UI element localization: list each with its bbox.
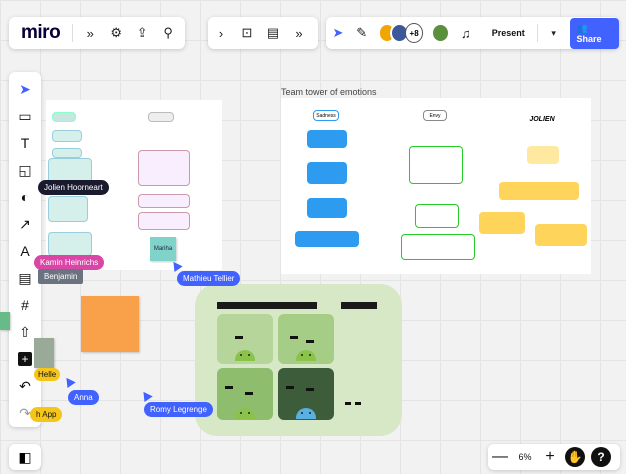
more-collaborators-badge[interactable]: +8 bbox=[404, 23, 424, 43]
mini-sticky-note[interactable]: Mariha bbox=[150, 237, 176, 261]
template-icon[interactable]: ▭ bbox=[12, 103, 38, 129]
bar bbox=[286, 386, 294, 389]
shapes-icon[interactable]: ◐ bbox=[12, 184, 38, 210]
android-tile[interactable] bbox=[217, 368, 273, 420]
box bbox=[148, 112, 174, 122]
focus-icon[interactable]: ⊡ bbox=[234, 20, 260, 46]
box bbox=[415, 204, 459, 228]
android-icon bbox=[235, 408, 255, 419]
users-icon: 👥 bbox=[576, 22, 588, 33]
cursor-label-jolien: Jolien Hoorneart bbox=[38, 180, 109, 195]
bar bbox=[306, 340, 314, 343]
yellow-box bbox=[499, 182, 579, 200]
box bbox=[138, 150, 190, 186]
blue-box bbox=[307, 162, 347, 184]
search-icon[interactable]: ⚲ bbox=[155, 20, 181, 46]
cursor-label-helle: Helle bbox=[34, 368, 61, 381]
sticky-note-icon[interactable]: ◱ bbox=[12, 157, 38, 183]
main-menu-bar: miro » ⚙ ⇪ ⚲ bbox=[9, 17, 185, 49]
magic-icon[interactable]: ✎ bbox=[350, 20, 374, 46]
heading-sadness: Sadness bbox=[313, 110, 339, 121]
blue-box bbox=[307, 198, 347, 218]
panel-icon: ◧ bbox=[18, 448, 32, 465]
comment-icon[interactable]: ▤ bbox=[12, 265, 38, 291]
android-board[interactable] bbox=[195, 284, 402, 436]
cursor-arrow-icon[interactable]: ➤ bbox=[326, 20, 350, 46]
cursor-label-mathieu: Mathieu Tellier bbox=[177, 271, 241, 286]
heading-jolien: JOLIEN bbox=[529, 116, 555, 123]
sticky-note[interactable] bbox=[34, 338, 54, 368]
android-icon bbox=[296, 350, 316, 361]
yellow-box bbox=[479, 212, 525, 234]
bar bbox=[306, 388, 314, 391]
chevron-down-icon[interactable]: » bbox=[77, 20, 103, 46]
android-icon bbox=[296, 408, 316, 419]
chevron-right-icon[interactable]: › bbox=[208, 20, 234, 46]
header-bar bbox=[217, 302, 317, 309]
divider bbox=[536, 24, 538, 42]
box bbox=[401, 234, 475, 260]
box bbox=[52, 112, 76, 122]
zoom-in-button[interactable]: + bbox=[538, 448, 562, 466]
divider bbox=[72, 24, 74, 42]
cursor-pointer-icon bbox=[62, 374, 76, 389]
avatar[interactable] bbox=[431, 23, 450, 43]
android-tile[interactable] bbox=[278, 314, 334, 364]
cursor-label-happ: h App bbox=[30, 407, 63, 422]
heading-envy: Envy bbox=[423, 110, 447, 121]
android-tile[interactable] bbox=[217, 314, 273, 364]
bell-icon[interactable]: ♫ bbox=[454, 20, 478, 46]
zoom-controls: — 6% + ✋ ? bbox=[488, 444, 620, 470]
gear-icon[interactable]: ⚙ bbox=[103, 20, 129, 46]
share-label: Share bbox=[576, 33, 602, 44]
cursor-label-romy: Romy Legrenge bbox=[144, 402, 213, 417]
bar bbox=[235, 336, 243, 339]
frame-icon[interactable]: # bbox=[12, 292, 38, 318]
bar bbox=[290, 336, 298, 339]
hand-icon[interactable]: ✋ bbox=[565, 447, 585, 467]
present-button[interactable]: Present bbox=[484, 24, 533, 42]
zoom-out-button[interactable]: — bbox=[488, 448, 512, 466]
box bbox=[48, 196, 88, 222]
connection-line-icon[interactable]: ↗ bbox=[12, 211, 38, 237]
box bbox=[138, 212, 190, 230]
sticky-note[interactable] bbox=[0, 312, 10, 330]
cursor-pointer-icon bbox=[139, 388, 153, 403]
box bbox=[409, 146, 463, 184]
cursor-label-kamin: Kamin Heinrichs bbox=[34, 255, 105, 270]
box bbox=[138, 194, 190, 208]
yellow-box bbox=[535, 224, 587, 246]
board-tools-bar: › ⊡ ▤ » bbox=[208, 17, 318, 49]
share-button[interactable]: 👥 Share bbox=[569, 17, 619, 49]
blue-box bbox=[295, 231, 359, 247]
header-bar bbox=[341, 302, 377, 309]
box bbox=[52, 148, 82, 158]
collaboration-bar: ➤ ✎ +8 ♫ Present ▾ 👥 Share bbox=[326, 17, 619, 49]
box bbox=[48, 232, 92, 256]
box bbox=[52, 130, 82, 142]
bar bbox=[345, 402, 351, 405]
select-cursor-icon[interactable]: ➤ bbox=[12, 76, 38, 102]
yellow-box bbox=[527, 146, 559, 164]
bar bbox=[225, 386, 233, 389]
help-button[interactable]: ? bbox=[591, 447, 611, 467]
cursor-label-anna: Anna bbox=[68, 390, 99, 405]
sidebar-toggle[interactable]: ◧ bbox=[9, 444, 41, 470]
android-tile[interactable] bbox=[278, 368, 334, 420]
chevron-down-icon[interactable]: ▾ bbox=[542, 20, 566, 46]
miro-logo[interactable]: miro bbox=[9, 22, 68, 44]
blue-box bbox=[307, 130, 347, 148]
android-icon bbox=[235, 350, 255, 361]
zoom-level[interactable]: 6% bbox=[512, 452, 538, 462]
emotions-frame[interactable]: Sadness Envy JOLIEN bbox=[281, 98, 591, 274]
frame-title: Team tower of emotions bbox=[281, 87, 377, 97]
text-icon[interactable]: T bbox=[12, 130, 38, 156]
orange-sticky-note[interactable] bbox=[81, 296, 139, 352]
chevron-down-icon[interactable]: » bbox=[286, 20, 312, 46]
bar bbox=[245, 392, 253, 395]
upload-icon[interactable]: ⇪ bbox=[129, 20, 155, 46]
cursor-label-benjamin: Benjamin bbox=[38, 269, 84, 284]
notes-icon[interactable]: ▤ bbox=[260, 20, 286, 46]
bar bbox=[355, 402, 361, 405]
